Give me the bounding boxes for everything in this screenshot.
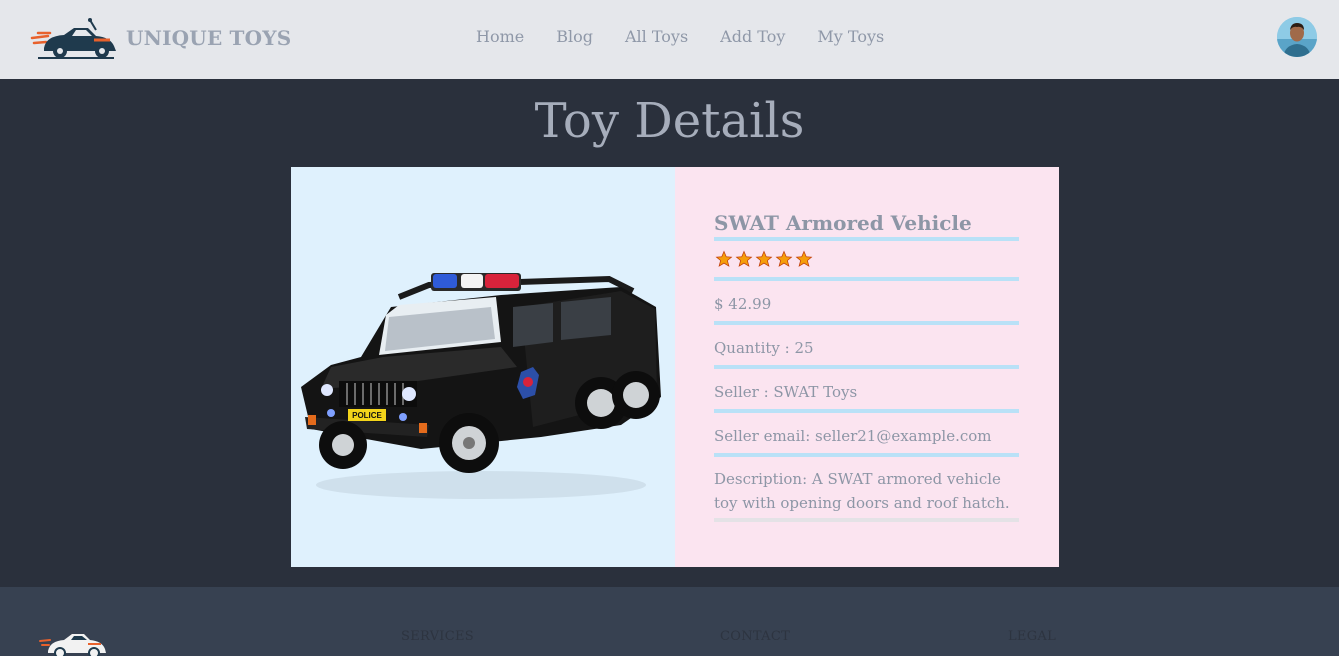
toy-details-card: POLICE SWAT Armored Vehicle $ 42.99 Quan…: [291, 167, 1059, 567]
page-title: Toy Details: [534, 93, 805, 149]
star-icon: [795, 250, 813, 267]
nav-all-toys-link[interactable]: All Toys: [625, 27, 688, 46]
nav-blog-link[interactable]: Blog: [556, 27, 593, 46]
toy-price: $ 42.99: [714, 281, 1019, 325]
footer-legal-heading: LEGAL: [1008, 629, 1057, 644]
toy-seller-email: Seller email: seller21@example.com: [714, 413, 1019, 457]
nav-home-link[interactable]: Home: [476, 27, 524, 46]
brand-name: UNIQUE TOYS: [126, 26, 292, 50]
star-icon: [755, 250, 773, 267]
star-icon: [775, 250, 793, 267]
toy-quantity: Quantity : 25: [714, 325, 1019, 369]
footer-services-heading: SERVICES: [401, 629, 474, 644]
footer-contact-heading: CONTACT: [720, 629, 791, 644]
user-photo-icon: [1277, 17, 1317, 57]
nav-my-toys-link[interactable]: My Toys: [817, 27, 884, 46]
nav-add-toy-link[interactable]: Add Toy: [720, 27, 785, 46]
race-car-logo-icon: [39, 634, 106, 656]
toy-name: SWAT Armored Vehicle: [714, 211, 1019, 241]
police-suv-image: POLICE: [301, 273, 661, 499]
brand[interactable]: UNIQUE TOYS: [30, 16, 291, 60]
toy-details-section: Toy Details POLICE SWAT Armored Vehicle …: [0, 79, 1339, 587]
star-icon: [715, 250, 733, 267]
race-car-logo-icon: [30, 18, 116, 59]
star-icon: [735, 250, 753, 267]
user-avatar[interactable]: [1277, 17, 1317, 57]
plate-text: POLICE: [352, 411, 382, 420]
star-rating: [714, 241, 1019, 281]
toy-image-panel: POLICE: [291, 167, 675, 567]
footer: SERVICES CONTACT LEGAL: [0, 587, 1339, 656]
toy-description: Description: A SWAT armored vehicle toy …: [714, 457, 1019, 522]
main-nav: Home Blog All Toys Add Toy My Toys: [476, 27, 916, 46]
navbar: UNIQUE TOYS Home Blog All Toys Add Toy M…: [0, 0, 1339, 79]
toy-seller: Seller : SWAT Toys: [714, 369, 1019, 413]
toy-info-panel: SWAT Armored Vehicle $ 42.99 Quantity : …: [675, 167, 1059, 567]
